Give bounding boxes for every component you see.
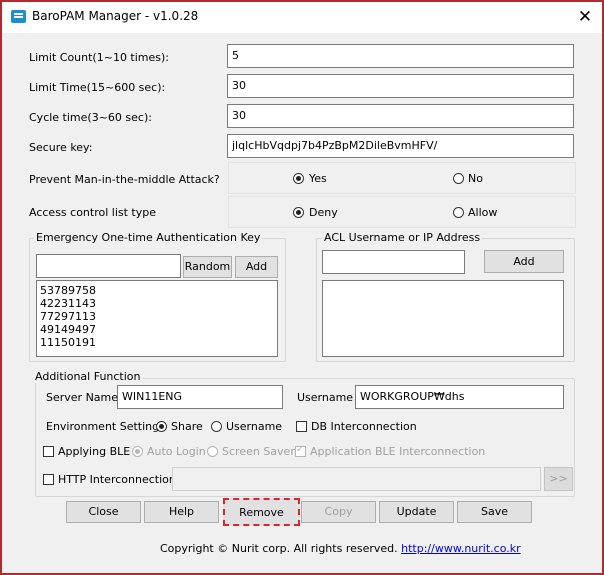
list-item[interactable]: 42231143 — [40, 297, 274, 310]
close-button[interactable]: Close — [66, 501, 141, 523]
list-item[interactable]: 49149497 — [40, 323, 274, 336]
server-name-label: Server Name — [46, 391, 119, 404]
cycle-time-input[interactable]: 30 — [227, 104, 574, 128]
http-url-input[interactable] — [172, 467, 541, 491]
main-window: BaroPAM Manager - v1.0.28 ✕ Limit Count(… — [0, 0, 604, 575]
screen-saver-label: Screen Saver — [222, 445, 295, 458]
random-button[interactable]: Random — [183, 256, 232, 278]
acl-add-button[interactable]: Add — [484, 250, 564, 273]
list-item[interactable]: 53789758 — [40, 284, 274, 297]
username-input[interactable]: WORKGROUP₩dhs — [355, 385, 564, 409]
mitm-yes-radio[interactable] — [293, 173, 304, 184]
remove-button[interactable]: Remove — [223, 498, 300, 526]
auto-login-radio[interactable] — [132, 446, 143, 457]
title-bar: BaroPAM Manager - v1.0.28 ✕ — [2, 2, 602, 33]
app-icon — [11, 10, 26, 23]
limit-count-input[interactable]: 5 — [227, 44, 574, 68]
emergency-key-title: Emergency One-time Authentication Key — [34, 231, 263, 244]
acl-list-title: ACL Username or IP Address — [322, 231, 483, 244]
acl-input[interactable] — [322, 250, 465, 274]
list-item[interactable]: 77297113 — [40, 310, 274, 323]
acl-type-label: Access control list type — [29, 206, 157, 219]
emergency-key-input[interactable] — [36, 254, 181, 278]
db-interconnection-checkbox[interactable] — [296, 421, 307, 432]
limit-time-input[interactable]: 30 — [227, 74, 574, 98]
footer: Copyright © Nurit corp. All rights reser… — [160, 542, 521, 555]
emergency-key-list[interactable]: 53789758 42231143 77297113 49149497 1115… — [36, 280, 278, 357]
mitm-radio-panel — [228, 162, 576, 194]
mitm-label: Prevent Man-in-the-middle Attack? — [29, 173, 220, 186]
auto-login-label: Auto Login — [147, 445, 206, 458]
applying-ble-label: Applying BLE — [58, 445, 131, 458]
update-button[interactable]: Update — [379, 501, 454, 523]
acl-deny-radio[interactable] — [293, 207, 304, 218]
copyright-text: Copyright © Nurit corp. All rights reser… — [160, 542, 398, 555]
mitm-yes-label: Yes — [309, 172, 327, 185]
window-title: BaroPAM Manager - v1.0.28 — [32, 9, 199, 23]
acl-deny-label: Deny — [309, 206, 338, 219]
env-share-radio[interactable] — [156, 421, 167, 432]
mitm-no-radio[interactable] — [453, 173, 464, 184]
environment-setting-label: Environment Setting — [46, 420, 160, 433]
limit-count-label: Limit Count(1~10 times): — [29, 51, 170, 64]
acl-allow-label: Allow — [468, 206, 498, 219]
copy-button[interactable]: Copy — [301, 501, 376, 523]
acl-allow-radio[interactable] — [453, 207, 464, 218]
list-item[interactable]: 11150191 — [40, 336, 274, 349]
mitm-no-label: No — [468, 172, 483, 185]
http-interconnection-label: HTTP Interconnection — [58, 473, 176, 486]
http-arrow-button[interactable]: >> — [544, 467, 573, 491]
cycle-time-label: Cycle time(3~60 sec): — [29, 111, 152, 124]
emergency-add-button[interactable]: Add — [235, 256, 278, 278]
screen-saver-radio[interactable] — [207, 446, 218, 457]
acl-type-radio-panel — [228, 196, 576, 228]
db-interconnection-label: DB Interconnection — [311, 420, 417, 433]
limit-time-label: Limit Time(15~600 sec): — [29, 81, 166, 94]
close-icon[interactable]: ✕ — [568, 4, 602, 31]
env-username-radio[interactable] — [211, 421, 222, 432]
help-button[interactable]: Help — [144, 501, 219, 523]
server-name-input[interactable]: WIN11ENG — [117, 385, 283, 409]
env-username-label: Username — [226, 420, 283, 433]
secure-key-input[interactable]: jlqlcHbVqdpj7b4PzBpM2DileBvmHFV/ — [227, 134, 574, 158]
secure-key-label: Secure key: — [29, 141, 93, 154]
website-link[interactable]: http://www.nurit.co.kr — [401, 542, 520, 555]
env-share-label: Share — [171, 420, 203, 433]
acl-list[interactable] — [322, 280, 564, 357]
username-label: Username — [297, 391, 354, 404]
app-ble-label: Application BLE Interconnection — [310, 445, 486, 458]
additional-function-title: Additional Function — [33, 370, 143, 383]
http-interconnection-checkbox[interactable] — [43, 474, 54, 485]
save-button[interactable]: Save — [457, 501, 532, 523]
applying-ble-checkbox[interactable] — [43, 446, 54, 457]
app-ble-checkbox[interactable] — [295, 444, 306, 457]
